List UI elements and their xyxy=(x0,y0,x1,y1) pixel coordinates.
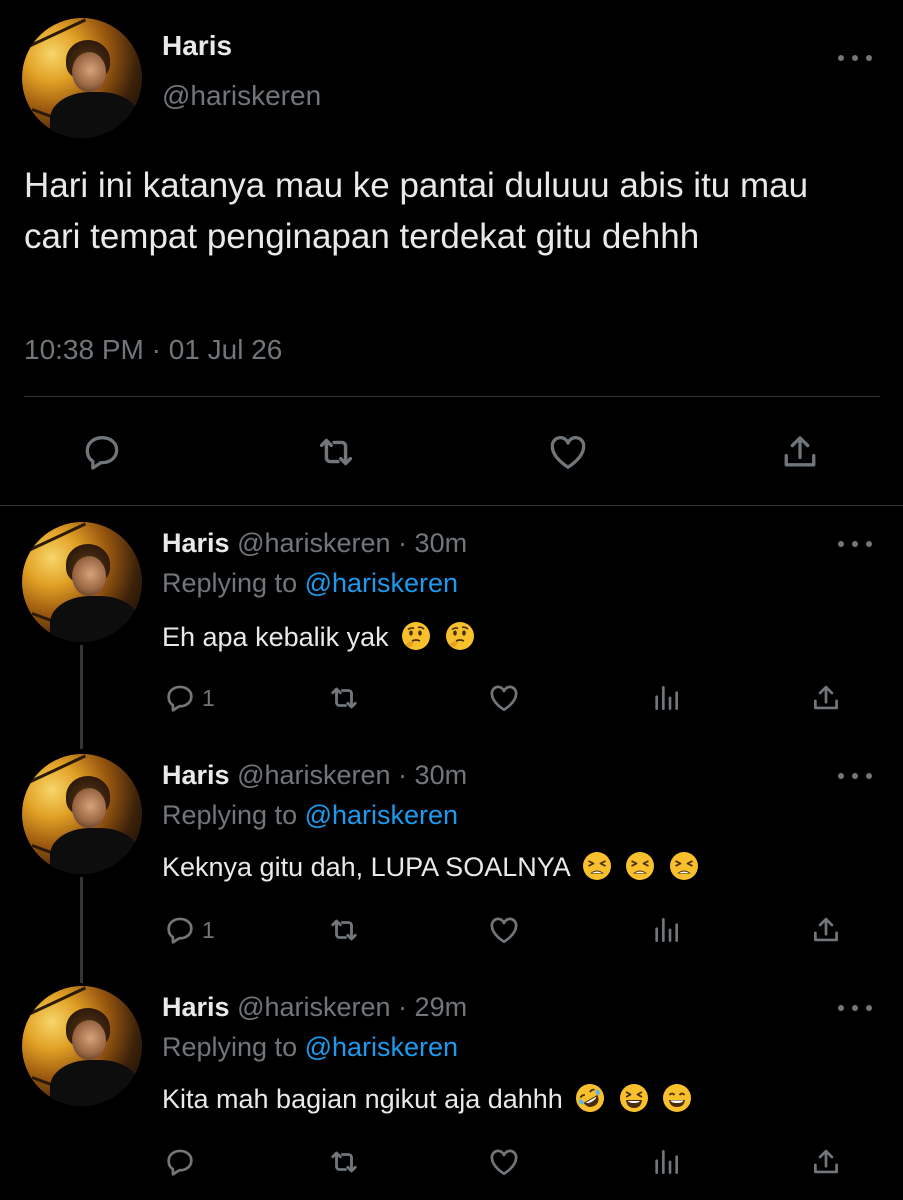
like-icon[interactable] xyxy=(486,680,522,716)
reply-text: Kita mah bagian ngikut aja dahhh xyxy=(162,1084,563,1114)
tweet-text: Hari ini katanya mau ke pantai duluuu ab… xyxy=(24,166,809,256)
share-icon[interactable] xyxy=(808,1144,844,1180)
reply-time[interactable]: 29m xyxy=(415,992,468,1022)
author-name[interactable]: Haris xyxy=(162,528,230,558)
like-icon[interactable] xyxy=(486,1144,522,1180)
retweet-icon[interactable] xyxy=(326,680,362,716)
mention-link[interactable]: @hariskeren xyxy=(305,1032,458,1062)
reply-count: 1 xyxy=(202,685,215,711)
more-options-icon[interactable] xyxy=(838,50,872,66)
separator-dot: · xyxy=(390,528,415,558)
replying-to-label: Replying to xyxy=(162,568,305,598)
author-handle[interactable]: @hariskeren xyxy=(237,760,390,790)
author-handle[interactable]: @hariskeren xyxy=(162,80,321,112)
rolling-on-floor-laughing-icon xyxy=(576,1084,605,1112)
separator-dot: · xyxy=(390,992,415,1022)
thinking-face-icon xyxy=(445,622,474,650)
reply-text-container: Keknya gitu dah, LUPA SOALNYA xyxy=(162,850,700,883)
replying-to-label: Replying to xyxy=(162,1032,305,1062)
share-icon[interactable] xyxy=(808,680,844,716)
reply-count: 1 xyxy=(202,917,215,943)
share-icon[interactable] xyxy=(808,912,844,948)
reply-time[interactable]: 30m xyxy=(415,760,468,790)
thinking-face-icon xyxy=(402,622,431,650)
avatar[interactable] xyxy=(22,522,142,642)
reply-tweet[interactable]: Haris @hariskeren · 29m Replying to @har… xyxy=(0,970,903,1200)
replying-to: Replying to @hariskeren xyxy=(162,568,458,599)
reply-header: Haris @hariskeren · 30m xyxy=(162,528,467,559)
tired-face-icon xyxy=(669,852,698,880)
tweet-timestamp[interactable]: 10:38 PM · 01 Jul 26 xyxy=(24,334,282,366)
reply-text-container: Kita mah bagian ngikut aja dahhh xyxy=(162,1082,693,1115)
more-options-icon[interactable] xyxy=(838,1000,872,1016)
divider xyxy=(24,396,880,397)
author-name[interactable]: Haris xyxy=(162,760,230,790)
grinning-squinting-face-icon xyxy=(619,1084,648,1112)
avatar[interactable] xyxy=(22,754,142,874)
author-name[interactable]: Haris xyxy=(162,992,230,1022)
beaming-face-icon xyxy=(663,1084,692,1112)
separator-dot: · xyxy=(390,760,415,790)
mention-link[interactable]: @hariskeren xyxy=(305,800,458,830)
reply-header: Haris @hariskeren · 29m xyxy=(162,992,467,1023)
replying-to: Replying to @hariskeren xyxy=(162,800,458,831)
reply-text-container: Eh apa kebalik yak xyxy=(162,620,476,653)
replying-to: Replying to @hariskeren xyxy=(162,1032,458,1063)
avatar[interactable] xyxy=(22,18,142,138)
reply-header: Haris @hariskeren · 30m xyxy=(162,760,467,791)
analytics-icon[interactable] xyxy=(648,1144,684,1180)
retweet-icon[interactable] xyxy=(326,1144,362,1180)
tired-face-icon xyxy=(582,852,611,880)
retweet-icon[interactable] xyxy=(312,428,360,476)
mention-link[interactable]: @hariskeren xyxy=(305,568,458,598)
reply-time[interactable]: 30m xyxy=(415,528,468,558)
tired-face-icon xyxy=(626,852,655,880)
reply-text: Eh apa kebalik yak xyxy=(162,622,389,652)
main-tweet: Haris @hariskeren Hari ini katanya mau k… xyxy=(0,0,903,505)
author-name[interactable]: Haris xyxy=(162,30,232,62)
reply-tweet[interactable]: Haris @hariskeren · 30m Replying to @har… xyxy=(0,738,903,970)
author-handle[interactable]: @hariskeren xyxy=(237,992,390,1022)
like-icon[interactable] xyxy=(544,428,592,476)
reply-icon[interactable] xyxy=(162,680,198,716)
retweet-icon[interactable] xyxy=(326,912,362,948)
analytics-icon[interactable] xyxy=(648,912,684,948)
more-options-icon[interactable] xyxy=(838,536,872,552)
reply-text: Keknya gitu dah, LUPA SOALNYA xyxy=(162,852,570,882)
reply-icon[interactable] xyxy=(162,912,198,948)
replying-to-label: Replying to xyxy=(162,800,305,830)
reply-tweet[interactable]: Haris @hariskeren · 30m Replying to @har… xyxy=(0,506,903,738)
author-handle[interactable]: @hariskeren xyxy=(237,528,390,558)
like-icon[interactable] xyxy=(486,912,522,948)
reply-icon[interactable] xyxy=(78,428,126,476)
reply-icon[interactable] xyxy=(162,1144,198,1180)
share-icon[interactable] xyxy=(776,428,824,476)
more-options-icon[interactable] xyxy=(838,768,872,784)
analytics-icon[interactable] xyxy=(648,680,684,716)
avatar[interactable] xyxy=(22,986,142,1106)
